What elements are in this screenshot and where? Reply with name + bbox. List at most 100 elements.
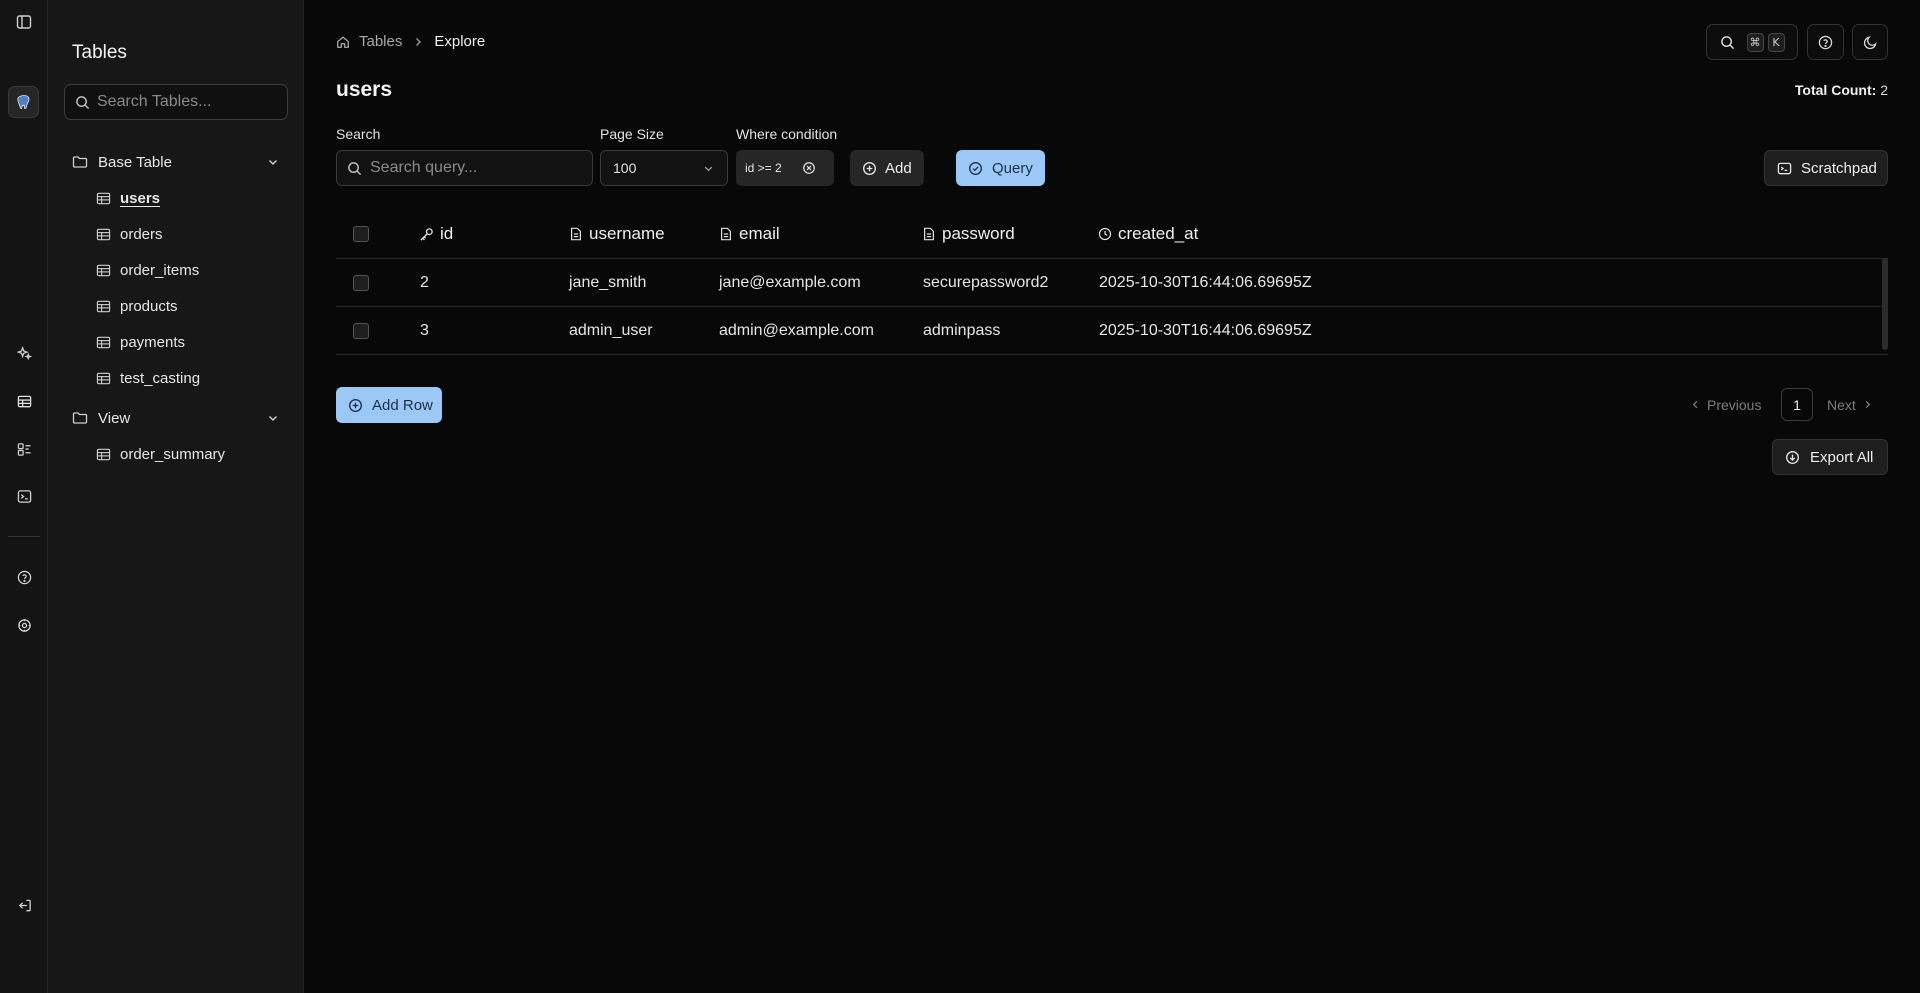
help-icon[interactable]	[8, 561, 40, 593]
select-all-checkbox[interactable]	[353, 226, 369, 242]
column-header-username[interactable]: username	[569, 210, 665, 258]
chevron-down-icon[interactable]	[266, 411, 280, 425]
kbd-k: K	[1767, 32, 1785, 52]
cell-username[interactable]: admin_user	[569, 307, 653, 354]
cell-id[interactable]: 2	[420, 259, 429, 306]
table-row[interactable]: 3 admin_user admin@example.com adminpass…	[336, 307, 1888, 355]
breadcrumb: Tables Explore	[336, 33, 485, 50]
row-select-cell	[353, 259, 369, 306]
database-logo-icon[interactable]	[8, 86, 39, 118]
command-search-button[interactable]: ⌘ K	[1706, 24, 1798, 60]
table-icon	[96, 335, 111, 350]
logout-icon[interactable]	[8, 889, 40, 921]
search-query-placeholder: Search query...	[370, 159, 478, 176]
sidebar-item-order-items[interactable]: order_items	[96, 257, 199, 283]
column-header-password[interactable]: password	[922, 210, 1015, 258]
settings-gear-icon[interactable]	[8, 609, 40, 641]
row-checkbox[interactable]	[353, 322, 369, 339]
ai-sparkle-icon[interactable]	[8, 337, 40, 369]
export-all-button[interactable]: Export All	[1772, 439, 1888, 475]
next-page-button[interactable]: Next	[1827, 388, 1873, 421]
sidebar-item-label: users	[120, 189, 161, 207]
search-tables-input[interactable]: Search Tables...	[64, 84, 288, 120]
key-icon	[419, 227, 434, 242]
add-condition-button[interactable]: Add	[850, 150, 924, 186]
column-header-label: created_at	[1118, 224, 1199, 243]
cell-created-at[interactable]: 2025-10-30T16:44:06.69695Z	[1099, 259, 1312, 306]
sidebar-item-test-casting[interactable]: test_casting	[96, 365, 200, 391]
home-icon[interactable]	[336, 35, 350, 49]
plus-circle-icon	[348, 398, 363, 413]
cell-created-at[interactable]: 2025-10-30T16:44:06.69695Z	[1099, 307, 1312, 354]
search-icon	[347, 161, 362, 176]
column-header-created-at[interactable]: created_at	[1098, 210, 1198, 258]
export-all-label: Export All	[1810, 448, 1874, 466]
rail-divider	[8, 536, 40, 537]
breadcrumb-tables-link[interactable]: Tables	[359, 33, 402, 50]
chevron-right-icon	[1862, 399, 1873, 410]
search-icon	[75, 95, 90, 110]
table-scrollbar[interactable]	[1882, 258, 1888, 350]
previous-page-button[interactable]: Previous	[1690, 388, 1761, 421]
chevron-down-icon[interactable]	[266, 155, 280, 169]
add-row-button[interactable]: Add Row	[336, 387, 442, 423]
table-icon[interactable]	[8, 385, 40, 417]
chevron-left-icon	[1690, 399, 1701, 410]
scratchpad-label: Scratchpad	[1801, 159, 1877, 177]
help-button[interactable]	[1807, 24, 1844, 60]
total-count-value: 2	[1880, 82, 1888, 98]
sidebar-item-label: products	[120, 297, 178, 315]
where-condition-chip[interactable]: id >= 2	[736, 150, 834, 186]
theme-toggle-button[interactable]	[1852, 24, 1888, 60]
previous-label: Previous	[1707, 396, 1762, 413]
cell-email[interactable]: admin@example.com	[719, 307, 874, 354]
toggle-sidebar-icon[interactable]	[8, 6, 40, 38]
search-tables-placeholder: Search Tables...	[97, 93, 212, 110]
sidebar-item-order-summary[interactable]: order_summary	[96, 441, 225, 467]
table-icon	[96, 227, 111, 242]
table-icon	[96, 371, 111, 386]
column-header-id[interactable]: id	[419, 210, 453, 258]
cell-username[interactable]: jane_smith	[569, 259, 646, 306]
query-button[interactable]: Query	[956, 150, 1045, 186]
cell-id[interactable]: 3	[420, 307, 429, 354]
tree-group-base-table[interactable]: Base Table	[72, 148, 280, 176]
cell-password[interactable]: adminpass	[923, 307, 1000, 354]
text-type-icon	[719, 227, 733, 241]
column-header-label: email	[739, 224, 780, 243]
table-header-row: id username email password created_at	[336, 210, 1888, 259]
sidebar-title: Tables	[72, 42, 127, 63]
column-header-email[interactable]: email	[719, 210, 780, 258]
column-header-label: id	[440, 224, 454, 243]
check-circle-icon	[968, 161, 983, 176]
search-icon	[1720, 35, 1735, 50]
row-checkbox[interactable]	[353, 274, 369, 291]
cell-email[interactable]: jane@example.com	[719, 259, 861, 306]
sidebar-item-products[interactable]: products	[96, 293, 178, 319]
sidebar-item-payments[interactable]: payments	[96, 329, 185, 355]
search-label: Search	[336, 126, 381, 142]
page-number-button[interactable]: 1	[1781, 388, 1813, 421]
clock-icon	[1098, 227, 1112, 241]
schema-graph-icon[interactable]	[8, 433, 40, 465]
sidebar-item-users[interactable]: users	[96, 185, 160, 211]
table-row[interactable]: 2 jane_smith jane@example.com securepass…	[336, 259, 1888, 307]
search-query-input[interactable]: Search query...	[336, 150, 593, 186]
select-all-cell	[353, 210, 369, 258]
cell-password[interactable]: securepassword2	[923, 259, 1048, 306]
icon-rail	[0, 0, 48, 993]
page-title: users	[336, 78, 393, 101]
page-size-select[interactable]: 100	[600, 150, 728, 186]
sidebar-item-orders[interactable]: orders	[96, 221, 163, 247]
query-label: Query	[992, 159, 1033, 177]
tree-group-label: Base Table	[98, 153, 172, 171]
scratchpad-button[interactable]: Scratchpad	[1764, 150, 1888, 186]
remove-condition-icon[interactable]	[802, 161, 816, 175]
terminal-icon[interactable]	[8, 480, 40, 512]
next-label: Next	[1827, 396, 1856, 413]
column-header-label: password	[942, 224, 1015, 243]
folder-icon	[72, 154, 88, 170]
download-circle-icon	[1785, 450, 1800, 465]
tree-group-view[interactable]: View	[72, 404, 280, 432]
table-icon	[96, 263, 111, 278]
